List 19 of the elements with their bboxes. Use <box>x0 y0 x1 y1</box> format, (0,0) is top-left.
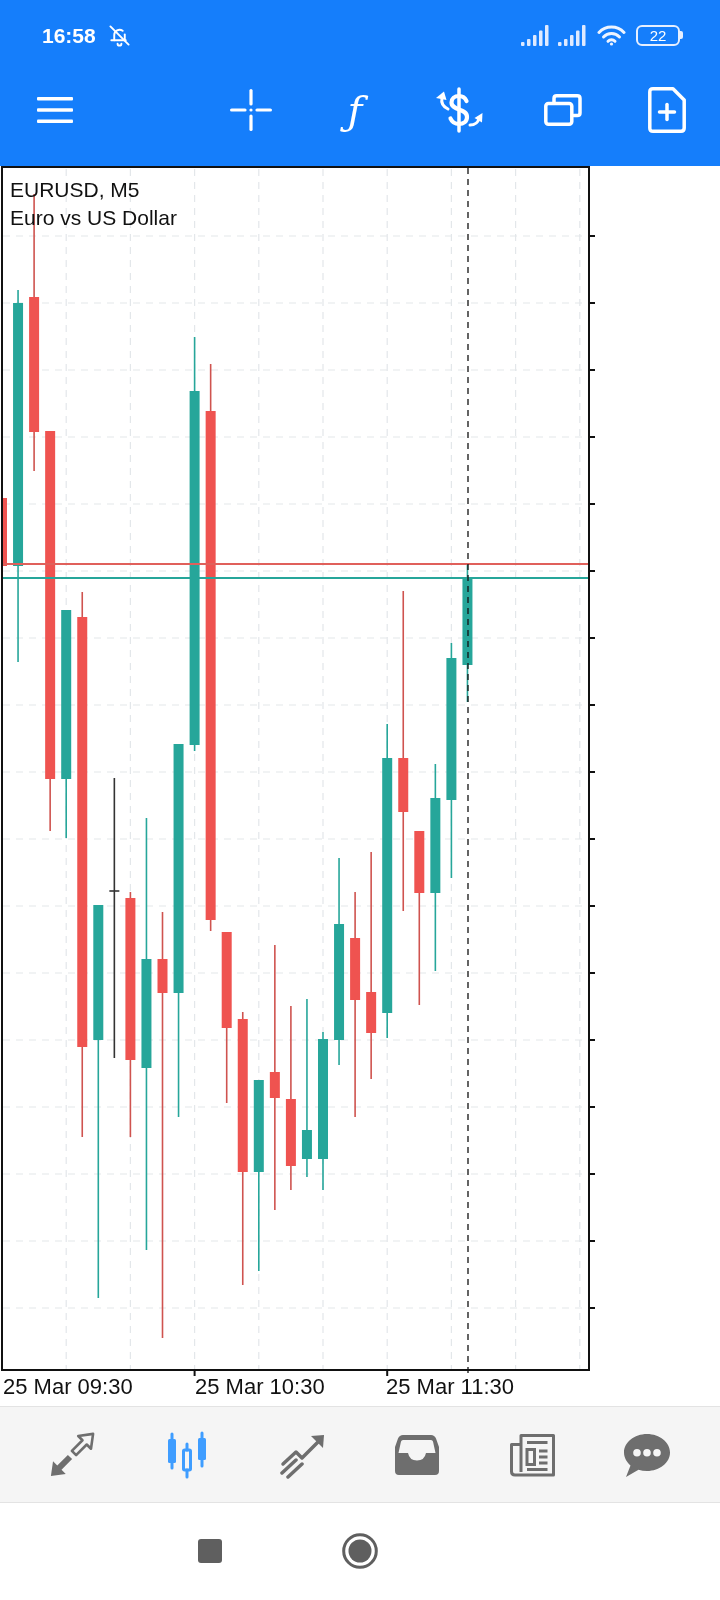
battery-indicator: 22 <box>636 24 683 46</box>
dollar-arrows-icon[interactable] <box>434 87 484 133</box>
menu-icon[interactable] <box>37 97 73 123</box>
status-time: 16:58 <box>42 24 96 46</box>
windows-icon[interactable] <box>544 94 582 126</box>
signal-icon <box>558 24 586 46</box>
time-axis-label: 25 Mar 11:30 <box>386 1374 514 1400</box>
function-button[interactable]: ƒ <box>339 84 371 136</box>
signal-icon <box>521 24 549 46</box>
bell-off-icon <box>107 23 131 47</box>
recents-icon[interactable] <box>198 1538 222 1563</box>
time-axis-label: 25 Mar 10:30 <box>195 1374 325 1400</box>
time-axis-label: 25 Mar 09:30 <box>3 1374 133 1400</box>
add-document-icon[interactable] <box>648 87 686 133</box>
chart-symbol: EURUSD, M5 <box>10 177 140 203</box>
bearish-candle <box>3 498 7 566</box>
crosshair-icon[interactable] <box>230 89 272 131</box>
wifi-icon <box>597 24 626 46</box>
home-icon[interactable] <box>342 1532 378 1569</box>
